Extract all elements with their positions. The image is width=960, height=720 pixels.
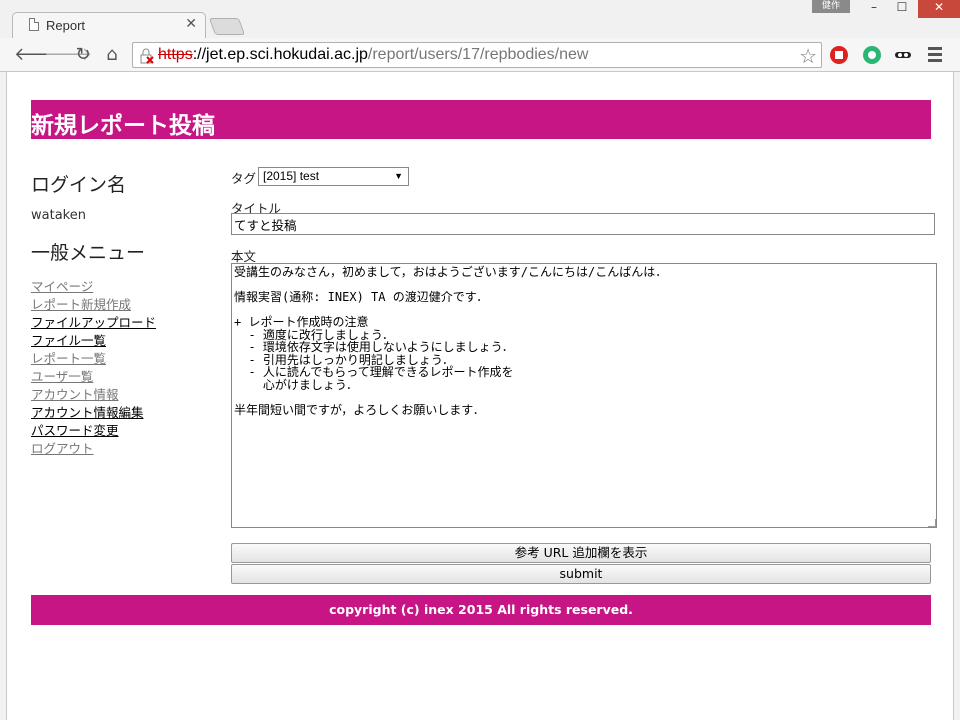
bookmark-star-icon[interactable]: ☆ [799,44,817,68]
menu-link-file-list[interactable]: ファイル一覧 [31,333,106,348]
hamburger-menu-icon[interactable] [928,47,942,63]
tag-select[interactable]: [2015] test ▼ [258,167,409,186]
incognito-mask-icon[interactable] [894,46,912,64]
url-host: ://jet.ep.sci.hokudai.ac.jp [192,46,368,63]
body-textarea[interactable]: 受講生のみなさん，初めまして，おはようございます/こんにちは/こんばんは． 情報… [231,263,937,528]
close-tab-icon[interactable]: ✕ [185,16,197,32]
submit-button[interactable]: submit [231,564,931,584]
profile-button[interactable]: 健作 [812,0,850,13]
menu-link-password-change[interactable]: パスワード変更 [31,423,119,438]
home-icon[interactable]: ⌂ [101,44,123,66]
adblock-extension-icon[interactable] [830,46,848,64]
footer: copyright (c) inex 2015 All rights reser… [31,595,931,625]
menu-link-user-list[interactable]: ユーザ一覧 [31,369,93,384]
document-icon [29,18,39,31]
tag-label: タグ [231,171,257,186]
login-name: wataken [31,208,86,223]
page-viewport: 新規レポート投稿 ログイン名 wataken 一般メニュー マイページ レポート… [6,72,954,720]
menu-link-mypage[interactable]: マイページ [31,279,93,294]
menu-link-file-upload[interactable]: ファイルアップロード [31,315,156,330]
maximize-icon[interactable]: ☐ [888,0,916,18]
browser-toolbar: 🡐 🡒 ↻ ⌂ https://jet.ep.sci.hokudai.ac.jp… [0,38,960,72]
forward-icon[interactable]: 🡒 [44,44,92,66]
browser-titlebar: Report ✕ 健作 – ☐ ✕ [0,0,960,39]
window-close-icon[interactable]: ✕ [918,0,960,18]
menu-link-account-info[interactable]: アカウント情報 [31,387,119,402]
address-bar[interactable]: https://jet.ep.sci.hokudai.ac.jp/report/… [132,42,822,68]
dropdown-arrow-icon: ▼ [394,171,403,181]
login-heading: ログイン名 [31,174,127,196]
menu-link-logout[interactable]: ログアウト [31,441,94,456]
tag-selected-value: [2015] test [263,169,320,183]
url-text[interactable]: https://jet.ep.sci.hokudai.ac.jp/report/… [158,46,588,64]
back-icon[interactable]: 🡐 [14,44,62,66]
tab-title: Report [46,18,86,33]
menu-heading: 一般メニュー [31,242,146,264]
url-scheme: https [158,46,193,63]
new-tab-button[interactable] [208,18,246,35]
green-extension-icon[interactable] [863,46,881,64]
menu-link-account-edit[interactable]: アカウント情報編集 [31,405,144,420]
menu-link-new-report[interactable]: レポート新規作成 [31,297,131,312]
menu-link-report-list[interactable]: レポート一覧 [31,351,106,366]
copyright-text: copyright (c) inex 2015 All rights reser… [329,602,633,617]
insecure-lock-icon[interactable] [139,48,155,64]
minimize-icon[interactable]: – [860,0,888,18]
show-url-field-button[interactable]: 参考 URL 追加欄を表示 [231,543,931,563]
url-path: /report/users/17/repbodies/new [367,46,589,63]
title-input[interactable] [231,213,935,235]
page-title-bar: 新規レポート投稿 [31,100,931,139]
general-menu: マイページ レポート新規作成 ファイルアップロード ファイル一覧 レポート一覧 … [31,278,156,458]
browser-tab[interactable]: Report ✕ [12,12,206,39]
reload-icon[interactable]: ↻ [72,44,94,66]
page-title: 新規レポート投稿 [31,113,215,139]
textarea-resize-handle[interactable] [928,519,936,527]
